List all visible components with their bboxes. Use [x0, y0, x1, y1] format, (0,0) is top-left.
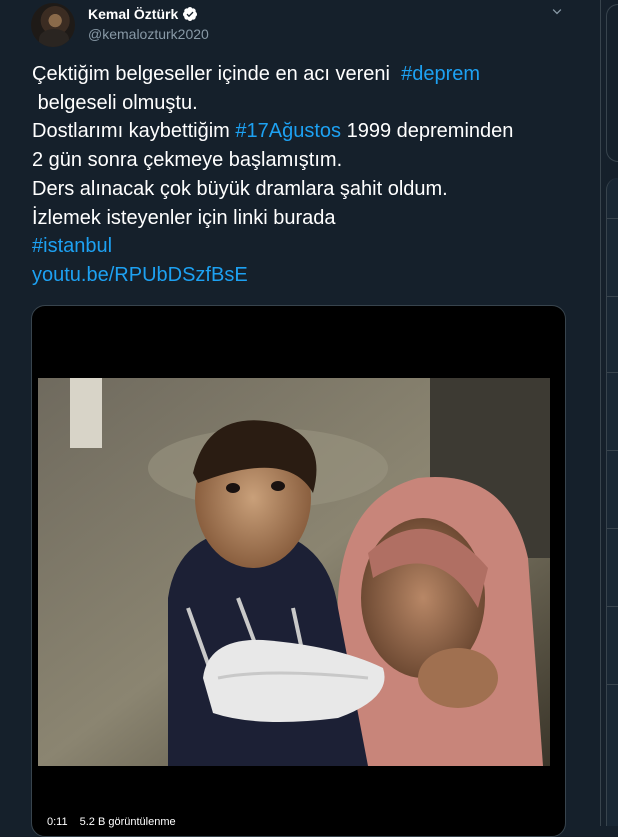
- hashtag-link[interactable]: #17Ağustos: [235, 120, 341, 142]
- trend-divider: [607, 528, 618, 529]
- url-link[interactable]: youtu.be/RPUbDSzfBsE: [32, 264, 248, 286]
- trends-panel-edge: [606, 178, 618, 826]
- author-name[interactable]: Kemal Öztürk: [88, 6, 178, 22]
- hashtag-link[interactable]: #istanbul: [32, 235, 112, 257]
- tweet-text-segment: belgeseli olmuştu. Dostlarımı kaybettiği…: [32, 91, 230, 143]
- trend-divider: [607, 450, 618, 451]
- video-player[interactable]: 0:11 5.2 B görüntülenme: [31, 305, 566, 837]
- tweet-text: Çektiğim belgeseller içinde en acı veren…: [32, 60, 572, 290]
- author-name-row[interactable]: Kemal Öztürk: [88, 6, 198, 22]
- right-sidebar: [606, 0, 618, 826]
- verified-badge-icon: [183, 7, 198, 21]
- video-thumbnail[interactable]: [38, 378, 550, 766]
- trend-divider: [607, 296, 618, 297]
- hashtag-link[interactable]: #deprem: [401, 63, 480, 85]
- chevron-down-icon[interactable]: [549, 4, 565, 20]
- tweet-text-segment: Çektiğim belgeseller içinde en acı veren…: [32, 63, 402, 85]
- trend-divider: [607, 218, 618, 219]
- avatar[interactable]: [31, 3, 75, 47]
- search-box-edge[interactable]: [606, 4, 618, 162]
- author-handle[interactable]: @kemalozturk2020: [88, 26, 209, 42]
- video-duration: 0:11: [43, 815, 72, 829]
- video-views: 5.2 B görüntülenme: [75, 815, 180, 829]
- trend-divider: [607, 372, 618, 373]
- trend-divider: [607, 606, 618, 607]
- tweet-card[interactable]: Kemal Öztürk @kemalozturk2020 Çektiğim b…: [0, 0, 601, 837]
- trend-divider: [607, 684, 618, 685]
- video-info-bar: 0:11 5.2 B görüntülenme: [43, 815, 180, 829]
